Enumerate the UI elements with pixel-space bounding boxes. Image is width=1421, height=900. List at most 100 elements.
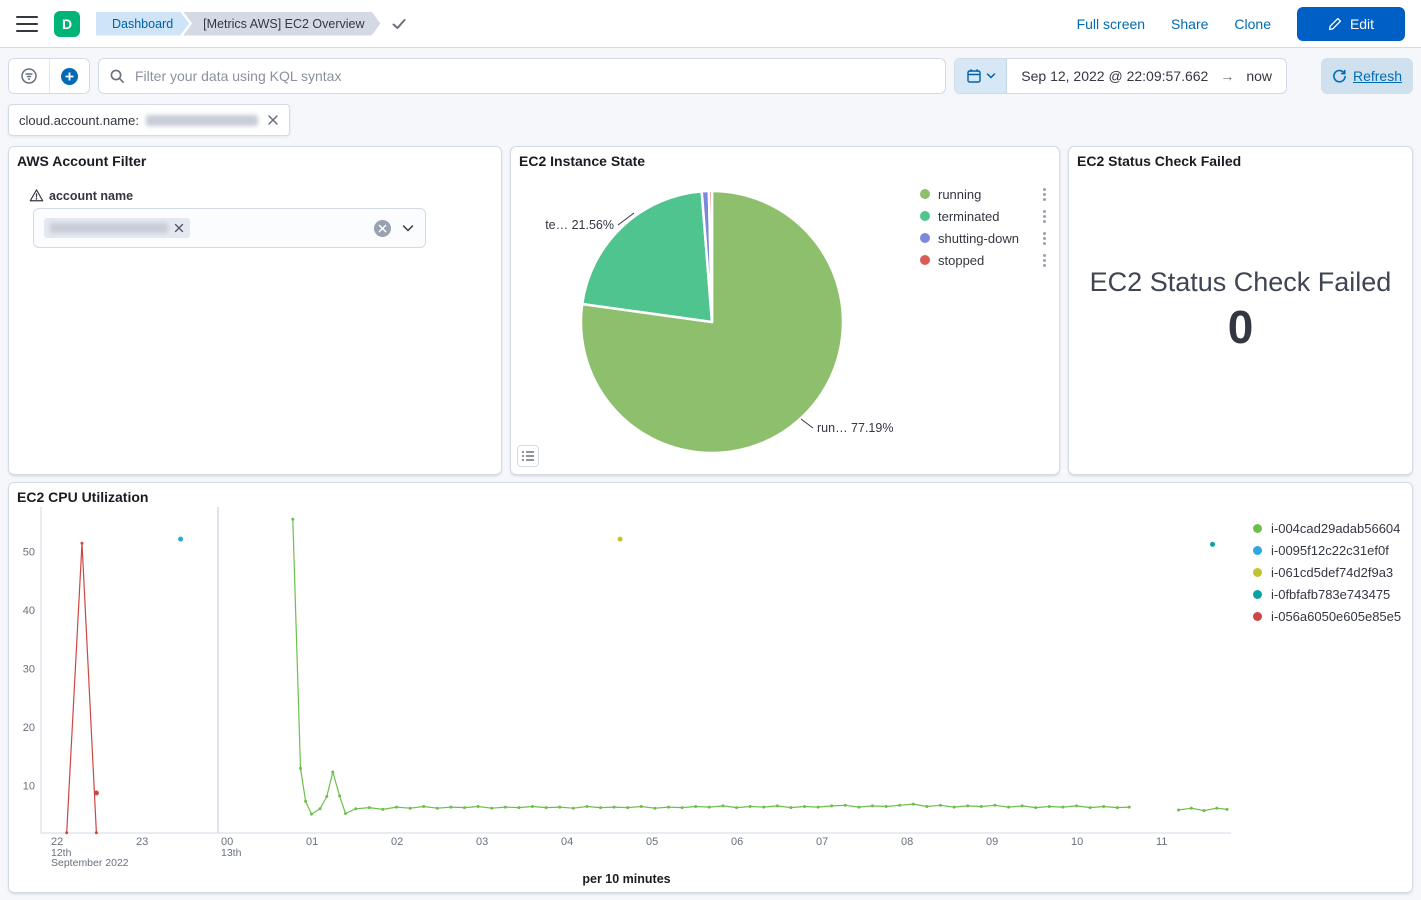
cpu-legend-item[interactable]: i-061cd5def74d2f9a3 (1253, 561, 1401, 583)
breadcrumb-dashboard[interactable]: Dashboard (96, 12, 189, 36)
series-line-i-004cad29adab56604[interactable] (293, 519, 1129, 814)
breadcrumb-current-dashboard[interactable]: [Metrics AWS] EC2 Overview (183, 12, 380, 36)
chevron-down-icon (986, 71, 996, 81)
date-range-arrow-icon: → (1220, 68, 1234, 84)
pie-slice-terminated[interactable] (582, 191, 712, 322)
x-tick-label: 07 (816, 836, 828, 848)
legend-label: i-004cad29adab56604 (1271, 521, 1400, 536)
panel-ec2-instance-state: EC2 Instance State run… 77.19%te… 21.56%… (510, 146, 1060, 475)
x-tick-label: 02 (391, 836, 403, 848)
legend-dot-icon (1253, 524, 1262, 533)
legend-dot-icon (1253, 546, 1262, 555)
refresh-icon (1332, 69, 1347, 84)
toggle-legend-button[interactable] (517, 445, 539, 467)
y-tick-label: 10 (23, 781, 35, 793)
filter-menu-button[interactable] (9, 59, 49, 93)
breadcrumb: Dashboard [Metrics AWS] EC2 Overview (96, 12, 381, 36)
pie-legend-item-shutting-down[interactable]: shutting-down (920, 227, 1050, 249)
series-point-i-061cd5def74d2f9a3[interactable] (618, 537, 623, 542)
date-start[interactable]: Sep 12, 2022 @ 22:09:57.662 (1021, 68, 1208, 84)
query-controls-bar: Sep 12, 2022 @ 22:09:57.662 → now Refres… (0, 48, 1421, 136)
legend-more-icon[interactable] (1043, 215, 1046, 218)
x-tick-label: 11 (1156, 836, 1167, 848)
edit-button-label: Edit (1350, 16, 1374, 32)
full-screen-link[interactable]: Full screen (1077, 16, 1145, 32)
x-tick-label: 03 (476, 836, 488, 848)
clone-link[interactable]: Clone (1234, 16, 1271, 32)
top-header: D Dashboard [Metrics AWS] EC2 Overview F… (0, 0, 1421, 48)
x-tick-label: 05 (646, 836, 658, 848)
add-filter-button[interactable] (49, 59, 89, 93)
legend-more-icon[interactable] (1043, 237, 1046, 240)
x-tick-label: 10 (1071, 836, 1083, 848)
filter-pill-close-icon[interactable] (267, 114, 279, 126)
panel-aws-account-filter: AWS Account Filter account name (8, 146, 502, 475)
legend-label: shutting-down (938, 231, 1039, 246)
date-picker-group: Sep 12, 2022 @ 22:09:57.662 → now (954, 58, 1287, 94)
pie-callout-terminated: te… 21.56% (545, 218, 614, 232)
filter-pill-value-redacted (146, 115, 258, 126)
cpu-utilization-line-chart[interactable]: 10203040502212thSeptember 2022230013th01… (9, 493, 1244, 871)
plus-circle-icon (60, 67, 79, 86)
series-point-i-0095f12c22c31ef0f[interactable] (178, 537, 183, 542)
panel-ec2-cpu-utilization: EC2 CPU Utilization 10203040502212thSept… (8, 482, 1413, 893)
series-line-i-056a6050e605e85e5[interactable] (67, 543, 97, 833)
cpu-legend-item[interactable]: i-004cad29adab56604 (1253, 517, 1401, 539)
share-link[interactable]: Share (1171, 16, 1208, 32)
y-tick-label: 40 (23, 605, 35, 617)
calendar-icon (966, 68, 982, 84)
dashboard-grid: AWS Account Filter account name (8, 146, 1413, 893)
calendar-button[interactable] (955, 59, 1007, 93)
filter-pill-cloud-account-name[interactable]: cloud.account.name: (8, 104, 290, 136)
filter-icon (20, 67, 38, 85)
x-tick-label: 23 (136, 836, 148, 848)
series-point-i-056a6050e605e85e5[interactable] (94, 791, 99, 796)
pie-legend-item-running[interactable]: running (920, 183, 1050, 205)
y-tick-label: 30 (23, 664, 35, 676)
pie-legend-item-stopped[interactable]: stopped (920, 249, 1050, 271)
x-tick-label: 09 (986, 836, 998, 848)
legend-label: terminated (938, 209, 1039, 224)
series-point-i-0fbfafb783e743475[interactable] (1210, 542, 1215, 547)
metric-value: 0 (1228, 300, 1254, 354)
legend-dot-icon (920, 189, 930, 199)
pie-callout-running: run… 77.19% (817, 421, 893, 435)
date-end[interactable]: now (1246, 68, 1272, 84)
pencil-icon (1328, 17, 1342, 31)
cpu-legend-item[interactable]: i-0095f12c22c31ef0f (1253, 539, 1401, 561)
panel-title: AWS Account Filter (17, 153, 146, 169)
legend-dot-icon (920, 255, 930, 265)
legend-label: i-056a6050e605e85e5 (1271, 609, 1401, 624)
legend-label: stopped (938, 253, 1039, 268)
deployment-avatar[interactable]: D (54, 11, 80, 37)
legend-more-icon[interactable] (1043, 259, 1046, 262)
edit-button[interactable]: Edit (1297, 7, 1405, 41)
legend-more-icon[interactable] (1043, 193, 1046, 196)
kql-search-box (98, 58, 946, 94)
x-tick-label: 04 (561, 836, 573, 848)
list-icon (521, 449, 535, 463)
legend-dot-icon (1253, 568, 1262, 577)
instance-state-pie-chart[interactable]: run… 77.19% te… 21.56% (511, 151, 906, 473)
menu-hamburger-icon[interactable] (16, 16, 38, 32)
x-axis-label: per 10 minutes (9, 872, 1244, 886)
combobox-clear-icon[interactable] (374, 220, 391, 237)
account-name-label: account name (29, 188, 133, 203)
cpu-legend-item[interactable]: i-056a6050e605e85e5 (1253, 605, 1401, 627)
legend-label: running (938, 187, 1039, 202)
legend-dot-icon (1253, 590, 1262, 599)
kql-search-input[interactable] (133, 67, 935, 85)
cpu-legend-item[interactable]: i-0fbfafb783e743475 (1253, 583, 1401, 605)
x-tick-label: 01 (306, 836, 318, 848)
refresh-button[interactable]: Refresh (1321, 58, 1413, 94)
refresh-label: Refresh (1353, 68, 1402, 84)
tag-remove-icon[interactable] (174, 223, 184, 233)
legend-label: i-0095f12c22c31ef0f (1271, 543, 1389, 558)
cpu-legend: i-004cad29adab56604 i-0095f12c22c31ef0f i-… (1253, 517, 1401, 627)
account-name-combobox[interactable] (33, 208, 426, 248)
selected-account-tag (44, 218, 190, 238)
pie-legend-item-terminated[interactable]: terminated (920, 205, 1050, 227)
combobox-chevron-down-icon[interactable] (401, 221, 415, 235)
x-tick-label: 08 (901, 836, 913, 848)
x-tick-sublabel: September 2022 (51, 857, 129, 869)
